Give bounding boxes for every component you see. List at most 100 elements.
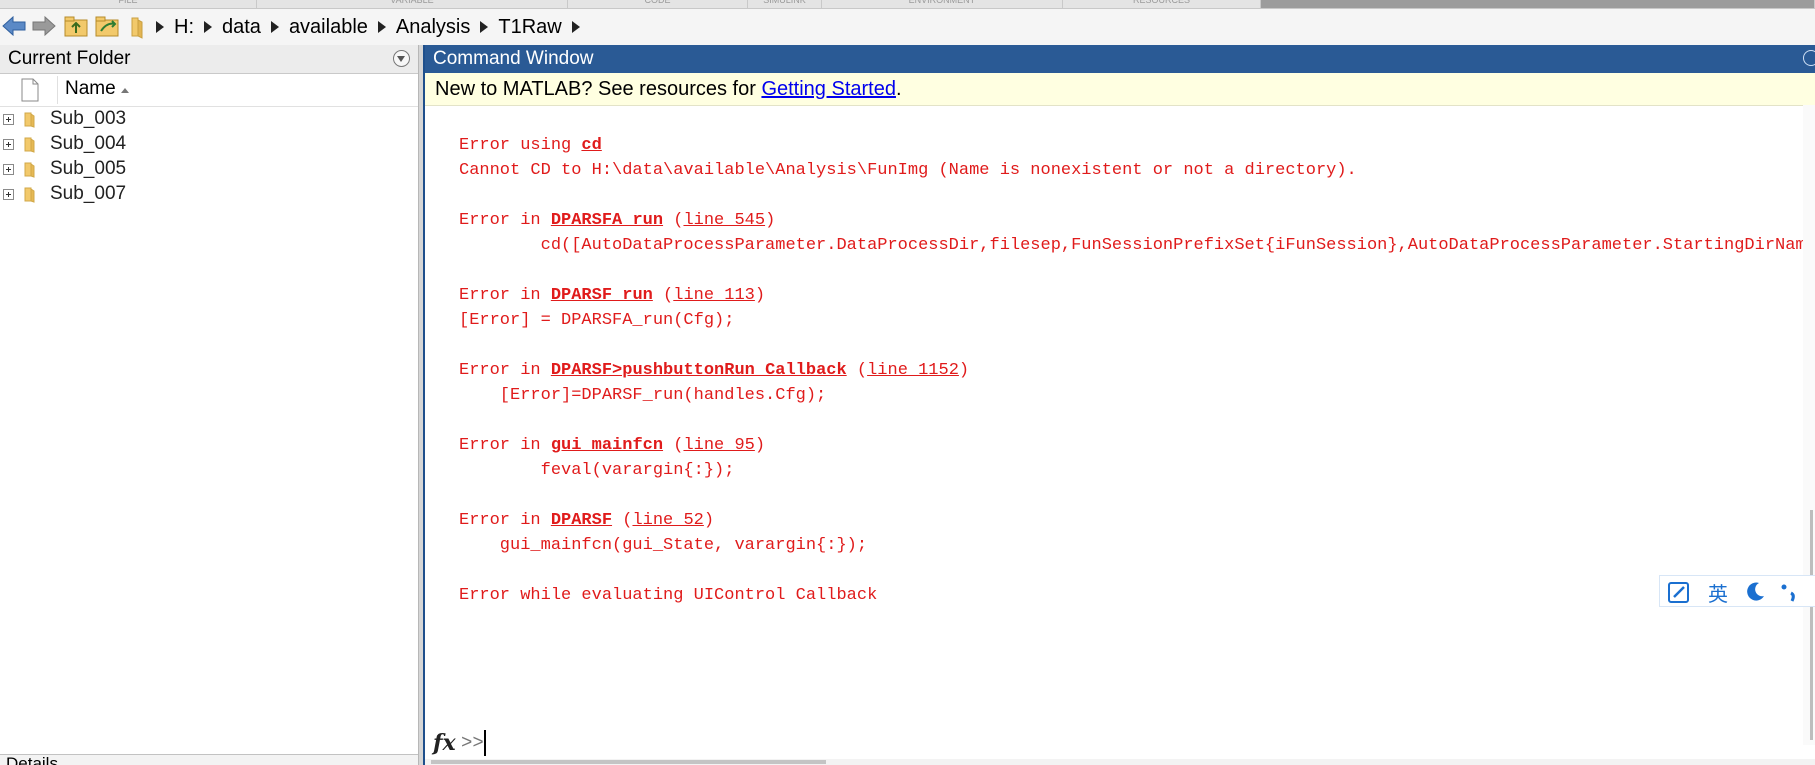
command-input[interactable] [484, 730, 1786, 756]
code-line: [Error]=DPARSF_run(handles.Cfg); [459, 386, 827, 405]
panel-actions-icon[interactable] [393, 50, 410, 67]
breadcrumb-item-t1raw[interactable]: T1Raw [492, 16, 567, 39]
current-folder-title: Current Folder [8, 48, 131, 69]
ribbon-spacer [1261, 0, 1815, 8]
folder-name: Sub_007 [50, 183, 127, 204]
ime-toolbar: 英 [1659, 575, 1815, 607]
file-type-icon[interactable] [20, 78, 40, 102]
command-window-titlebar: Command Window [425, 45, 1815, 73]
breadcrumb-separator[interactable] [480, 21, 489, 33]
breadcrumb: H: data available Analysis T1Raw [152, 9, 584, 45]
line-link[interactable]: line 1152 [867, 361, 959, 380]
line-link[interactable]: line 95 [683, 436, 754, 455]
error-message: Cannot CD to H:\data\available\Analysis\… [459, 161, 1357, 180]
folder-name: Sub_003 [50, 108, 127, 129]
code-line: gui_mainfcn(gui_State, varargin{:}); [459, 536, 868, 555]
function-link[interactable]: DPARSF [551, 511, 612, 530]
paren: ) [703, 511, 715, 530]
folder-name: Sub_005 [50, 158, 127, 179]
ime-language-toggle[interactable]: 英 [1708, 578, 1728, 607]
error-line: Error in DPARSF_run (line 113) [459, 285, 765, 307]
getting-started-banner: New to MATLAB? See resources for Getting… [425, 73, 1815, 106]
vertical-scroll-thumb[interactable] [1810, 510, 1813, 740]
expand-icon[interactable] [3, 164, 14, 175]
breadcrumb-separator[interactable] [270, 21, 279, 33]
banner-suffix: . [895, 78, 902, 100]
expand-icon[interactable] [3, 114, 14, 125]
horizontal-scrollbar[interactable] [425, 759, 1815, 765]
prompt-symbol: >> [461, 732, 484, 754]
folder-icon [131, 17, 143, 39]
code-line: cd([AutoDataProcessParameter.DataProcess… [459, 236, 1815, 255]
breadcrumb-item-available[interactable]: available [283, 16, 374, 39]
error-line: Error in gui_mainfcn (line 95) [459, 435, 765, 457]
sort-ascending-icon [121, 88, 129, 93]
error-text: Error in [459, 436, 551, 455]
error-line: Error in DPARSF>pushbuttonRun_Callback (… [459, 360, 969, 382]
current-folder-panel: Current Folder Name Sub_003 Sub_004 Sub_… [0, 45, 419, 765]
pen-icon[interactable] [1666, 579, 1692, 605]
paren: ) [958, 361, 970, 380]
folder-name: Sub_004 [50, 133, 127, 154]
breadcrumb-separator[interactable] [377, 21, 386, 33]
error-text: Error in [459, 286, 551, 305]
details-panel-header[interactable]: Details [0, 754, 418, 765]
breadcrumb-item-data[interactable]: data [216, 16, 267, 39]
name-column-header[interactable]: Name [65, 78, 116, 100]
command-output: Error using cd Cannot CD to H:\data\avai… [459, 135, 1815, 605]
back-arrow-icon[interactable] [0, 12, 28, 40]
function-link[interactable]: gui_mainfcn [551, 436, 663, 455]
breadcrumb-separator[interactable] [204, 21, 212, 33]
function-link[interactable]: DPARSF_run [551, 286, 653, 305]
error-line: Error in DPARSF (line 52) [459, 510, 714, 532]
punctuation-icon[interactable] [1776, 579, 1802, 605]
paren: ) [754, 436, 766, 455]
function-browser-icon[interactable]: fx [433, 730, 456, 756]
paren: ( [846, 361, 868, 380]
getting-started-link[interactable]: Getting Started [761, 78, 896, 100]
ribbon-tab-simulink[interactable]: SIMULINK [748, 0, 822, 8]
breadcrumb-item-drive[interactable]: H: [168, 16, 200, 39]
list-item[interactable]: Sub_003 [0, 107, 418, 132]
ribbon-tab-environment[interactable]: ENVIRONMENT [822, 0, 1063, 8]
ribbon-tab-variable[interactable]: VARIABLE [257, 0, 568, 8]
browse-folder-icon[interactable] [93, 12, 121, 40]
up-folder-icon[interactable] [62, 12, 90, 40]
expand-icon[interactable] [3, 189, 14, 200]
function-link[interactable]: cd [581, 136, 601, 155]
breadcrumb-separator[interactable] [156, 21, 164, 33]
horizontal-scroll-thumb[interactable] [431, 760, 826, 764]
breadcrumb-item-analysis[interactable]: Analysis [390, 16, 476, 39]
moon-icon[interactable] [1742, 579, 1768, 605]
breadcrumb-separator[interactable] [571, 21, 580, 33]
address-toolbar: H: data available Analysis T1Raw [0, 9, 1815, 46]
error-text: Error in [459, 511, 551, 530]
error-line: Error in DPARSFA_run (line 545) [459, 210, 775, 232]
folder-icon [24, 137, 35, 153]
error-line: Error using cd [459, 135, 602, 157]
column-divider[interactable] [57, 76, 58, 104]
ribbon-tab-code[interactable]: CODE [568, 0, 749, 8]
banner-text: New to MATLAB? See resources for [435, 78, 762, 100]
ribbon-tab-file[interactable]: FILE [0, 0, 258, 8]
list-item[interactable]: Sub_004 [0, 132, 418, 157]
forward-arrow-icon[interactable] [30, 12, 58, 40]
function-link[interactable]: DPARSFA_run [551, 211, 663, 230]
list-item[interactable]: Sub_005 [0, 157, 418, 182]
details-label: Details [6, 754, 58, 765]
panel-actions-icon[interactable] [1803, 50, 1815, 66]
list-item[interactable]: Sub_007 [0, 182, 418, 207]
line-link[interactable]: line 113 [673, 286, 755, 305]
ribbon-tab-strip: FILE VARIABLE CODE SIMULINK ENVIRONMENT … [0, 0, 1815, 9]
error-text: Error in [459, 211, 551, 230]
function-link[interactable]: DPARSF>pushbuttonRun_Callback [551, 361, 847, 380]
folder-icon [24, 162, 35, 178]
line-link[interactable]: line 545 [683, 211, 765, 230]
paren: ) [754, 286, 766, 305]
ribbon-tab-resources[interactable]: RESOURCES [1063, 0, 1262, 8]
expand-icon[interactable] [3, 139, 14, 150]
paren: ( [663, 436, 684, 455]
vertical-scrollbar[interactable] [1803, 105, 1815, 745]
code-line: [Error] = DPARSFA_run(Cfg); [459, 311, 735, 330]
line-link[interactable]: line 52 [632, 511, 703, 530]
